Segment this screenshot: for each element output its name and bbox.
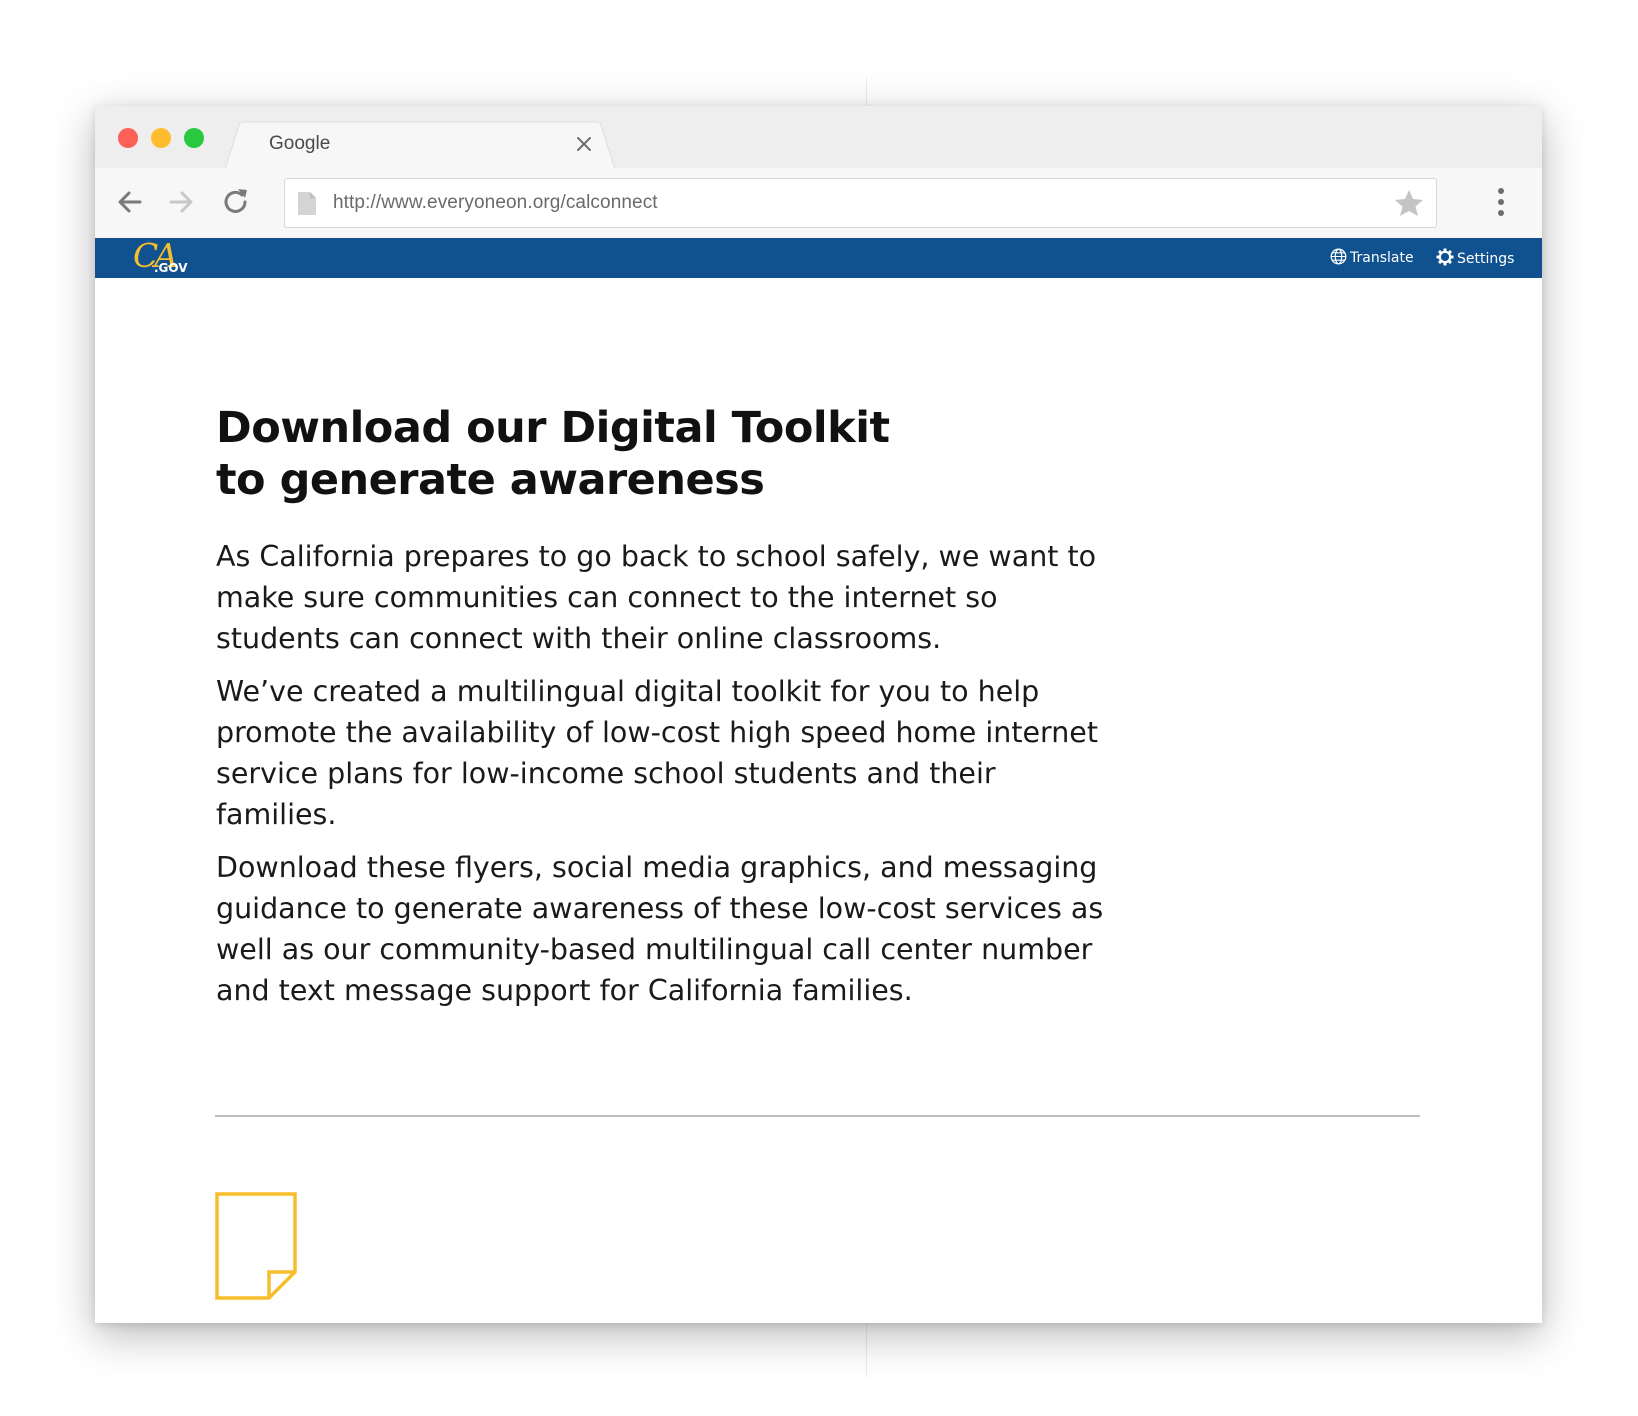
globe-icon [1330,248,1347,265]
main-content: Download our Digital Toolkit to generate… [216,402,1116,1011]
browser-tab[interactable]: Google [225,121,615,169]
window-minimize-button[interactable] [151,128,171,148]
browser-toolbar: http://www.everyoneon.org/calconnect [95,168,1542,244]
url-text[interactable]: http://www.everyoneon.org/calconnect [333,192,658,214]
address-bar[interactable]: http://www.everyoneon.org/calconnect [284,178,1437,228]
translate-link[interactable]: Translate [1330,248,1414,266]
section-divider [215,1115,1420,1117]
download-paragraph: Download these flyers, social media grap… [216,851,1104,1007]
translate-label: Translate [1350,250,1414,266]
window-close-button[interactable] [118,128,138,148]
toolkit-paragraph: We’ve created a multilingual digital too… [216,675,1099,831]
intro-paragraph: As California prepares to go back to sch… [216,540,1097,655]
tab-title: Google [269,133,331,154]
tab-strip: Google [95,106,1542,169]
guide-line-bottom [866,1322,867,1377]
reload-icon[interactable] [219,185,253,219]
arrow-left-icon[interactable] [113,185,147,219]
arrow-right-icon[interactable] [164,185,198,219]
page-icon [297,191,317,220]
guide-line-top [866,78,867,108]
star-icon[interactable] [1394,189,1424,221]
settings-link[interactable]: Settings [1436,248,1514,267]
more-vertical-icon[interactable] [1491,184,1511,220]
window-maximize-button[interactable] [184,128,204,148]
page-title: Download our Digital Toolkit to generate… [216,402,1016,506]
browser-window: Google http://www.everyoneon.org/calconn… [95,106,1542,1323]
page-title-line-2: to generate awareness [216,455,765,505]
document-icon[interactable] [215,1192,299,1304]
settings-label: Settings [1457,251,1515,267]
screenshot-stage: Google http://www.everyoneon.org/calconn… [0,0,1638,1416]
page-title-line-1: Download our Digital Toolkit [216,403,890,453]
logo-suffix: .GOV [154,261,188,275]
site-header: CA .GOV Translate Settings [95,236,1542,278]
gear-icon [1436,248,1454,266]
close-icon[interactable] [573,133,595,155]
